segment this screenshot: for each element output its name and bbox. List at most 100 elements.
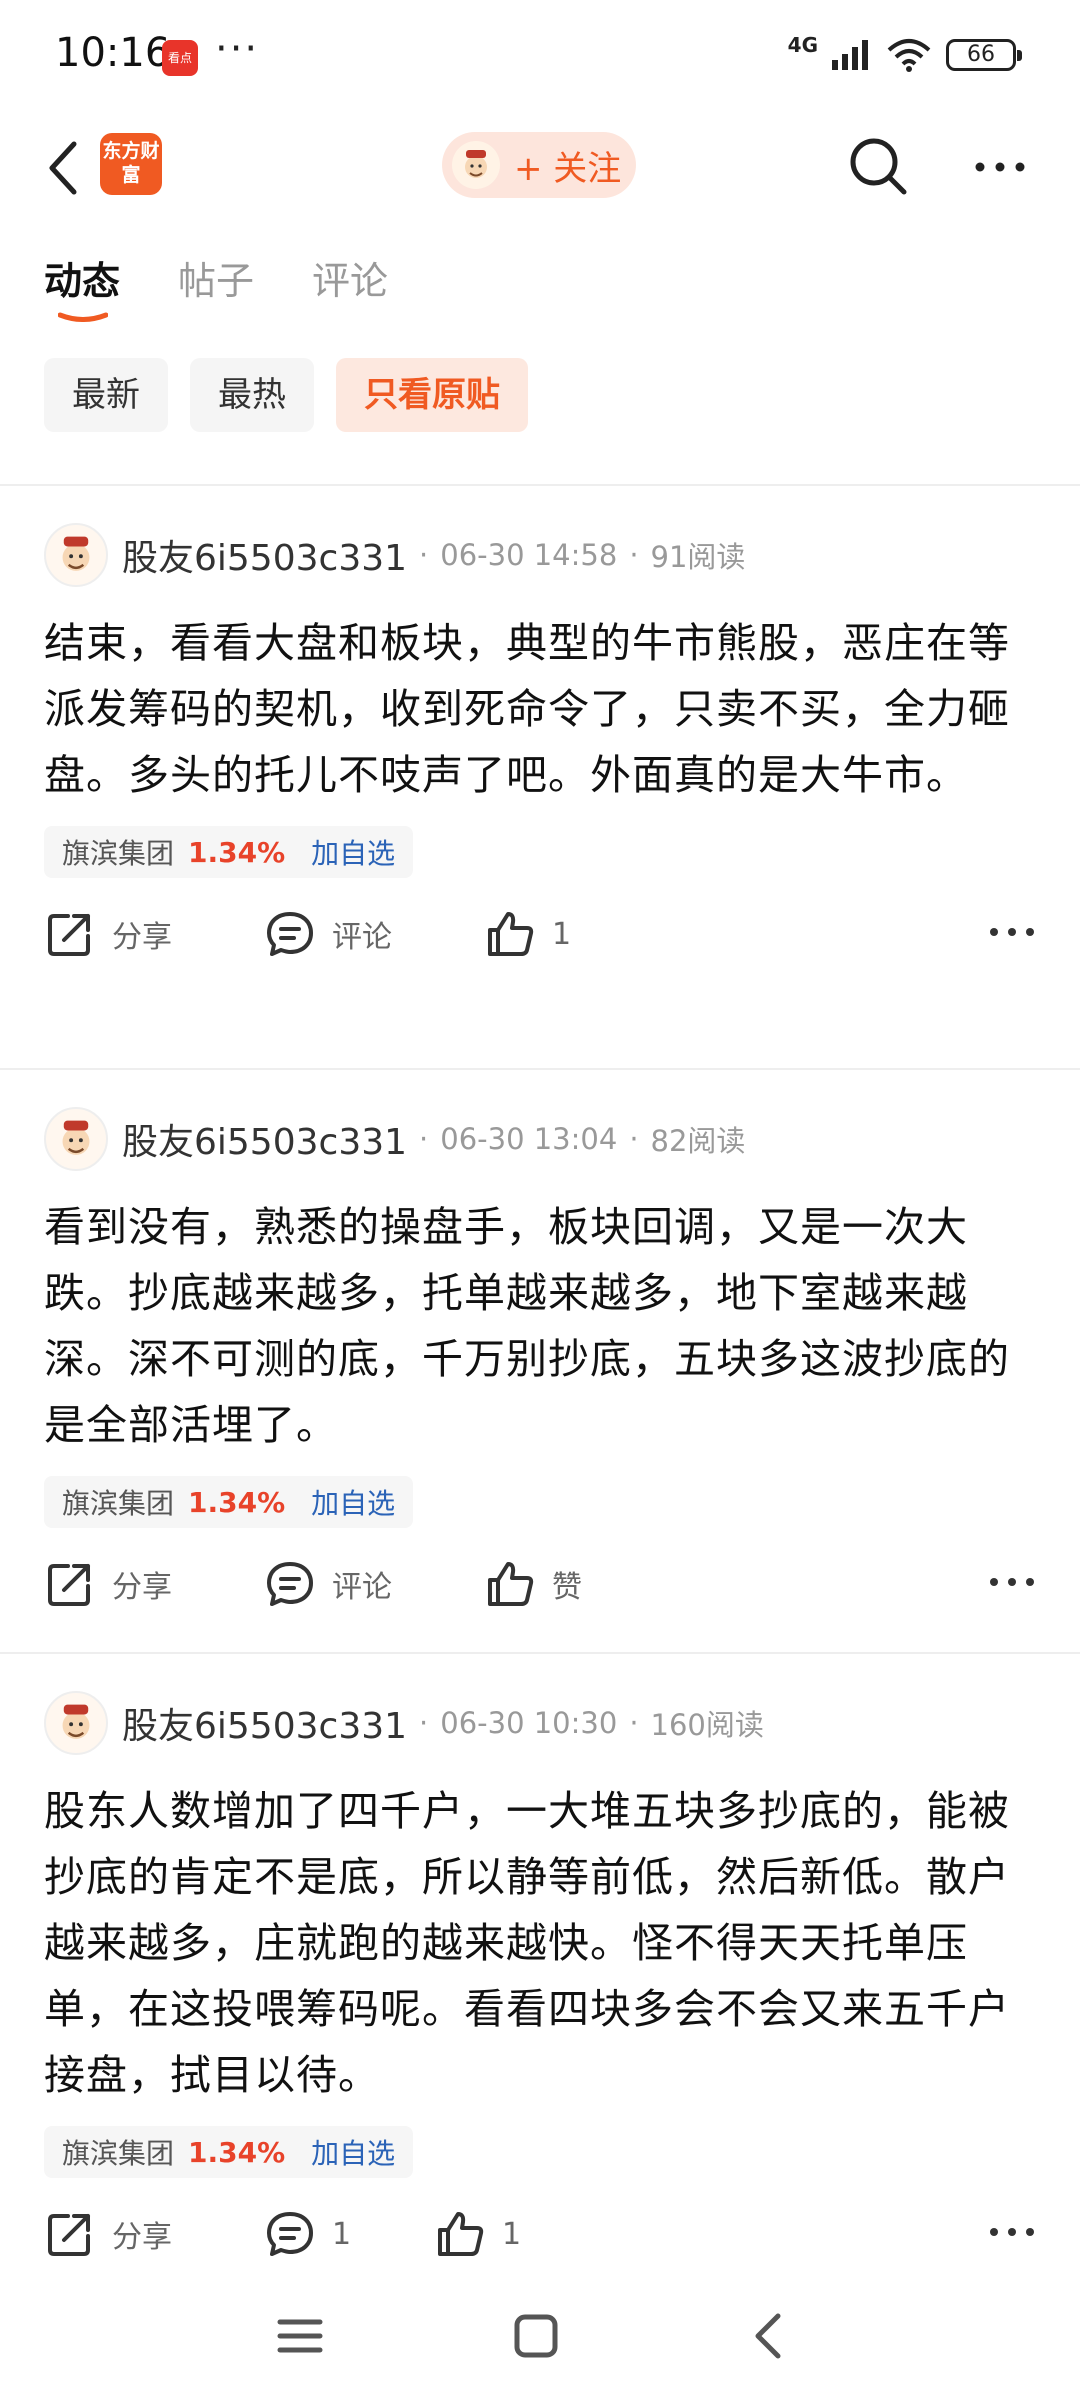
post-reads: 160阅读 bbox=[650, 1708, 764, 1742]
comment-button[interactable]: 评论 bbox=[264, 1558, 392, 1610]
app-logo: 东方财富 bbox=[100, 133, 162, 195]
top-nav: 东方财富 + 关注 bbox=[0, 118, 1080, 218]
author-avatar[interactable] bbox=[44, 1691, 108, 1755]
more-icon[interactable] bbox=[972, 142, 1028, 192]
meta-separator: · bbox=[419, 1706, 429, 1740]
post-header: 股友6i5503c331 · 06-30 13:04 · 82阅读 bbox=[44, 1106, 1036, 1172]
share-icon bbox=[48, 1564, 90, 1606]
menu-icon[interactable] bbox=[272, 2308, 328, 2364]
search-icon[interactable] bbox=[848, 136, 908, 196]
filter-hottest[interactable]: 最热 bbox=[190, 358, 314, 432]
like-button[interactable]: 赞 bbox=[484, 1558, 582, 1610]
stock-tag[interactable]: 旗滨集团 1.34% 加自选 bbox=[44, 826, 414, 878]
like-label: 赞 bbox=[552, 1570, 582, 1605]
tab-label: 帖子 bbox=[178, 259, 255, 303]
thumbs-up-icon bbox=[488, 912, 534, 956]
thumbs-up-icon bbox=[488, 1562, 534, 1606]
post-actions: 分享 评论 1 bbox=[44, 878, 1036, 1008]
share-icon bbox=[48, 914, 90, 956]
thumbs-up-icon bbox=[438, 2212, 484, 2256]
author-name[interactable]: 股友6i5503c331 bbox=[122, 1113, 407, 1165]
back-nav-icon[interactable] bbox=[742, 2308, 798, 2364]
comment-button[interactable]: 评论 bbox=[264, 908, 392, 960]
add-watchlist-link[interactable]: 加自选 bbox=[311, 1482, 395, 1522]
tab-label: 动态 bbox=[44, 259, 121, 303]
post-reads: 82阅读 bbox=[650, 1124, 746, 1158]
post-content[interactable]: 看到没有，熟悉的操盘手，板块回调，又是一次大跌。抄底越来越多，托单越来越多，地下… bbox=[44, 1194, 1036, 1458]
comment-icon bbox=[267, 912, 313, 956]
add-watchlist-link[interactable]: 加自选 bbox=[311, 2132, 395, 2172]
author-avatar[interactable] bbox=[44, 523, 108, 587]
like-count: 1 bbox=[502, 2216, 522, 2252]
stock-change: 1.34% bbox=[188, 835, 286, 869]
stock-change: 1.34% bbox=[188, 1485, 286, 1519]
more-options-icon[interactable] bbox=[988, 1558, 1036, 1606]
share-button[interactable]: 分享 bbox=[44, 2208, 172, 2260]
caishen-icon bbox=[62, 536, 90, 571]
comment-label: 评论 bbox=[332, 1570, 392, 1605]
status-more-icon: ··· bbox=[215, 26, 260, 72]
post-item[interactable]: 股友6i5503c331 · 06-30 14:58 · 91阅读 结束，看看大… bbox=[0, 486, 1080, 1070]
system-nav-bar bbox=[0, 2270, 1080, 2400]
author-name[interactable]: 股友6i5503c331 bbox=[122, 1697, 407, 1749]
more-options-icon[interactable] bbox=[988, 2208, 1036, 2256]
post-item[interactable]: 股友6i5503c331 · 06-30 13:04 · 82阅读 看到没有，熟… bbox=[0, 1070, 1080, 1654]
caishen-icon bbox=[62, 1120, 90, 1155]
app-notification-icon: 看点 bbox=[162, 40, 198, 76]
share-label: 分享 bbox=[112, 2220, 172, 2255]
share-button[interactable]: 分享 bbox=[44, 1558, 172, 1610]
network-type: 4G bbox=[787, 33, 818, 57]
post-time: 06-30 13:04 bbox=[440, 1122, 618, 1156]
share-icon bbox=[48, 2214, 90, 2256]
tab-dynamics[interactable]: 动态 bbox=[44, 250, 121, 322]
meta-separator: · bbox=[629, 538, 639, 572]
post-time: 06-30 14:58 bbox=[440, 538, 618, 572]
filter-latest[interactable]: 最新 bbox=[44, 358, 168, 432]
follow-label: + 关注 bbox=[514, 148, 622, 189]
post-time: 06-30 10:30 bbox=[440, 1706, 618, 1740]
tab-active-indicator bbox=[58, 312, 108, 322]
back-icon[interactable] bbox=[40, 136, 88, 200]
wifi-icon bbox=[887, 39, 931, 72]
post-feed: 股友6i5503c331 · 06-30 14:58 · 91阅读 结束，看看大… bbox=[0, 486, 1080, 2334]
meta-separator: · bbox=[419, 538, 429, 572]
share-label: 分享 bbox=[112, 1570, 172, 1605]
more-options-icon[interactable] bbox=[988, 908, 1036, 956]
author-name[interactable]: 股友6i5503c331 bbox=[122, 529, 407, 581]
share-button[interactable]: 分享 bbox=[44, 908, 172, 960]
tab-label: 评论 bbox=[312, 259, 389, 303]
stock-name: 旗滨集团 bbox=[62, 2137, 175, 2170]
like-button[interactable]: 1 bbox=[484, 908, 571, 960]
post-header: 股友6i5503c331 · 06-30 10:30 · 160阅读 bbox=[44, 1690, 1036, 1756]
author-avatar[interactable] bbox=[44, 1107, 108, 1171]
meta-separator: · bbox=[629, 1706, 639, 1740]
comment-icon bbox=[267, 1562, 313, 1606]
follow-button[interactable]: + 关注 bbox=[442, 132, 636, 198]
add-watchlist-link[interactable]: 加自选 bbox=[311, 832, 395, 872]
battery-icon: 66 bbox=[946, 39, 1022, 71]
meta-separator: · bbox=[629, 1122, 639, 1156]
comment-icon bbox=[267, 2212, 313, 2256]
home-icon[interactable] bbox=[508, 2308, 564, 2364]
post-item[interactable]: 股友6i5503c331 · 06-30 10:30 · 160阅读 股东人数增… bbox=[0, 1654, 1080, 2334]
post-content[interactable]: 股东人数增加了四千户，一大堆五块多抄底的，能被抄底的肯定不是底，所以静等前低，然… bbox=[44, 1778, 1036, 2108]
tab-comments[interactable]: 评论 bbox=[312, 250, 388, 305]
meta-separator: · bbox=[419, 1122, 429, 1156]
content-tabs: 动态 帖子 评论 bbox=[44, 250, 388, 322]
stock-name: 旗滨集团 bbox=[62, 1487, 175, 1520]
post-actions: 分享 评论 赞 bbox=[44, 1528, 1036, 1658]
tab-posts[interactable]: 帖子 bbox=[178, 250, 254, 305]
status-bar: 10:16 看点 ··· 4G 66 bbox=[0, 0, 1080, 118]
share-label: 分享 bbox=[112, 920, 172, 955]
comment-button[interactable]: 1 bbox=[264, 2208, 351, 2260]
stock-change: 1.34% bbox=[188, 2135, 286, 2169]
post-content[interactable]: 结束，看看大盘和板块，典型的牛市熊股，恶庄在等派发筹码的契机，收到死命令了，只卖… bbox=[44, 610, 1036, 808]
caishen-icon bbox=[465, 150, 487, 178]
stock-tag[interactable]: 旗滨集团 1.34% 加自选 bbox=[44, 2126, 414, 2178]
like-count: 1 bbox=[552, 916, 572, 952]
stock-tag[interactable]: 旗滨集团 1.34% 加自选 bbox=[44, 1476, 414, 1528]
like-button[interactable]: 1 bbox=[434, 2208, 521, 2260]
post-reads: 91阅读 bbox=[650, 540, 746, 574]
filter-original-only[interactable]: 只看原贴 bbox=[336, 358, 528, 432]
comment-label: 评论 bbox=[332, 920, 392, 955]
